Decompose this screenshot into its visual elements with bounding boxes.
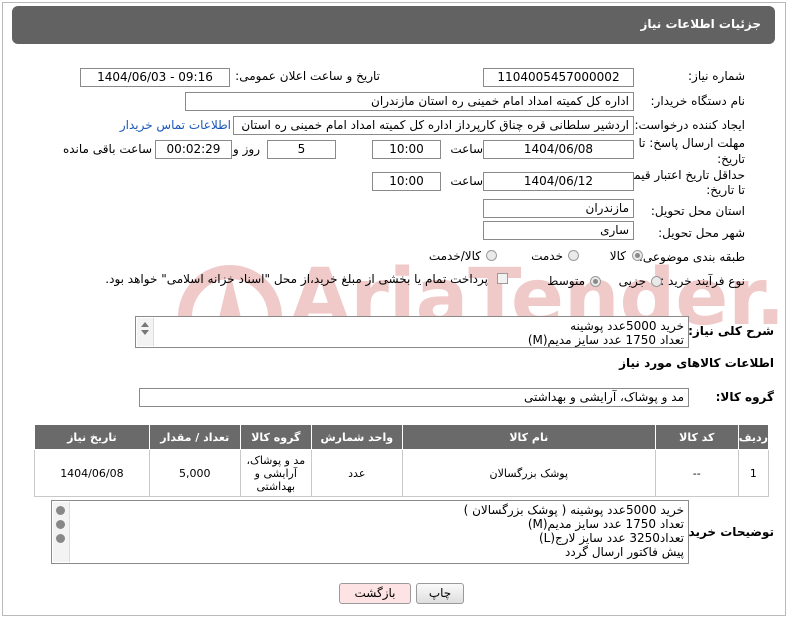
- remaining-time-field: 00:02:29: [155, 140, 232, 159]
- cell-quantity: 5,000: [148, 449, 241, 497]
- need-number-label: شماره نیاز:: [688, 69, 745, 83]
- scroll-down-icon[interactable]: [56, 534, 65, 543]
- need-number-field: 1104005457000002: [483, 68, 634, 87]
- cell-code: --: [654, 449, 739, 497]
- process-option-minor: جزیی: [618, 274, 646, 288]
- deadline-label-line2: تاریخ:: [717, 152, 745, 166]
- province-field: مازندران: [483, 199, 634, 218]
- cell-group: مد و پوشاک، آرایشی و بهداشتی: [239, 449, 312, 497]
- price-validity-label-line2: تا تاریخ:: [706, 183, 745, 197]
- goods-group-field: مد و پوشاک، آرایشی و بهداشتی: [139, 388, 689, 407]
- announce-label: تاریخ و ساعت اعلان عمومی:: [235, 69, 380, 83]
- cell-row-number: 1: [737, 449, 770, 497]
- goods-table-header: ردیف کد کالا نام کالا واحد شمارش گروه کا…: [34, 424, 770, 450]
- remaining-days-field: 5: [267, 140, 336, 159]
- treasury-payment-checkbox[interactable]: [497, 273, 508, 284]
- city-field: ساری: [483, 221, 634, 240]
- requester-label: ایجاد کننده درخواست:: [634, 118, 745, 132]
- deadline-time-field: 10:00: [372, 140, 441, 159]
- print-button[interactable]: چاپ: [416, 583, 464, 604]
- deadline-label-line1: مهلت ارسال پاسخ: تا: [638, 136, 745, 150]
- province-label: استان محل تحویل:: [650, 204, 745, 218]
- category-radio-goods-service[interactable]: [486, 250, 497, 261]
- announce-datetime-field: 1404/06/03 - 09:16: [80, 68, 230, 87]
- summary-scrollbar[interactable]: [137, 318, 154, 346]
- category-option-goods: کالا: [609, 249, 626, 263]
- scroll-up-icon[interactable]: [56, 506, 65, 515]
- cell-name: پوشک بزرگسالان: [401, 449, 656, 497]
- back-button[interactable]: بازگشت: [339, 583, 411, 604]
- category-option-service: خدمت: [531, 249, 563, 263]
- price-validity-label-line1: حداقل تاریخ اعتبار قیمت:: [618, 168, 745, 182]
- col-header-row: ردیف: [737, 424, 770, 450]
- category-radio-goods[interactable]: [632, 250, 643, 261]
- cell-unit: عدد: [310, 449, 403, 497]
- buyer-notes-line: تعداد 1750 عدد سایز مدیم(M): [527, 517, 684, 531]
- goods-table: ردیف کد کالا نام کالا واحد شمارش گروه کا…: [34, 424, 770, 497]
- requester-field: اردشیر سلطانی قره چناق کارپرداز اداره کل…: [233, 116, 634, 135]
- col-header-code: کد کالا: [654, 424, 739, 450]
- deadline-date-field: 1404/06/08: [483, 140, 634, 159]
- days-label: روز و: [233, 142, 260, 156]
- buyer-notes-textarea[interactable]: خرید 5000عدد پوشینه ( پوشک بزرگسالان ) ت…: [51, 500, 689, 564]
- goods-section-title: اطلاعات کالاهای مورد نیاز: [619, 356, 774, 370]
- page-title: جزئیات اطلاعات نیاز: [640, 17, 761, 31]
- process-label: نوع فرآیند خرید :: [660, 274, 745, 288]
- scroll-thumb-icon[interactable]: [56, 520, 65, 529]
- buyer-notes-line: پیش فاکتور ارسال گردد: [564, 545, 684, 559]
- process-radio-minor[interactable]: [651, 276, 662, 287]
- col-header-need-date: تاریخ نیاز: [34, 424, 150, 450]
- deadline-time-label: ساعت: [450, 142, 483, 156]
- buyer-org-label: نام دستگاه خریدار:: [650, 94, 746, 108]
- scroll-up-icon[interactable]: [141, 322, 149, 327]
- table-row: 1 -- پوشک بزرگسالان عدد مد و پوشاک، آرای…: [34, 449, 770, 497]
- process-option-medium: متوسط: [547, 274, 585, 288]
- category-radio-service[interactable]: [568, 250, 579, 261]
- buyer-org-field: اداره کل کمیته امداد امام خمینی ره استان…: [185, 92, 634, 111]
- goods-group-label: گروه کالا:: [715, 390, 774, 404]
- summary-line: تعداد 1750 عدد سایز مدیم(M): [527, 333, 684, 347]
- category-option-goods-service: کالا/خدمت: [428, 249, 481, 263]
- city-label: شهر محل تحویل:: [658, 226, 745, 240]
- price-validity-time-field: 10:00: [372, 172, 441, 191]
- price-validity-time-label: ساعت: [450, 174, 483, 188]
- category-label: طبقه بندی موضوعی:: [638, 250, 745, 264]
- treasury-payment-note: پرداخت تمام یا بخشی از مبلغ خرید،از محل …: [105, 272, 488, 286]
- buyer-notes-line: خرید 5000عدد پوشینه ( پوشک بزرگسالان ): [463, 503, 684, 517]
- summary-textarea[interactable]: خرید 5000عدد پوشینه تعداد 1750 عدد سایز …: [135, 316, 689, 348]
- col-header-name: نام کالا: [401, 424, 656, 450]
- summary-line: خرید 5000عدد پوشینه: [570, 319, 684, 333]
- buyer-notes-line: تعداد3250 عدد سایز لارج(L): [538, 531, 684, 545]
- scroll-down-icon[interactable]: [141, 330, 149, 335]
- price-validity-date-field: 1404/06/12: [483, 172, 634, 191]
- col-header-unit: واحد شمارش: [310, 424, 403, 450]
- page-header: جزئیات اطلاعات نیاز: [12, 6, 775, 44]
- summary-label: شرح کلی نیاز:: [688, 324, 774, 338]
- buyer-contact-link[interactable]: اطلاعات تماس خریدار: [120, 118, 231, 132]
- col-header-group: گروه کالا: [239, 424, 312, 450]
- cell-need-date: 1404/06/08: [34, 449, 150, 497]
- remaining-time-label: ساعت باقی مانده: [62, 142, 152, 156]
- process-radio-medium[interactable]: [590, 276, 601, 287]
- col-header-quantity: تعداد / مقدار: [148, 424, 241, 450]
- buyer-notes-scrollbar[interactable]: [53, 502, 70, 562]
